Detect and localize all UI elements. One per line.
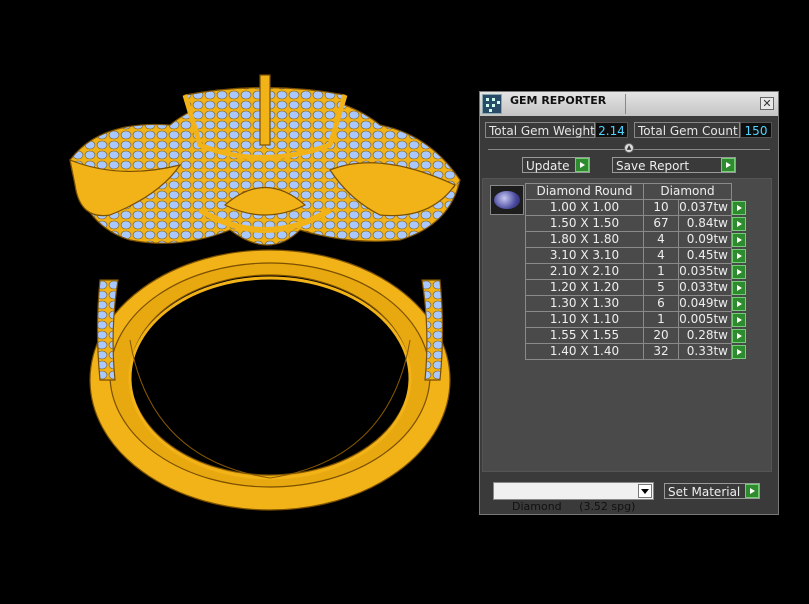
- gem-weight-cell: 0.84tw: [678, 215, 732, 232]
- gem-size-cell: 1.30 X 1.30: [525, 295, 644, 312]
- row-action[interactable]: [732, 328, 749, 344]
- total-gem-weight-label: Total Gem Weight: [485, 122, 595, 138]
- ring-model: [69, 74, 461, 511]
- gem-count-cell: 5: [643, 279, 679, 296]
- column-header-type: Diamond: [643, 183, 732, 200]
- table-row[interactable]: 1.40 X 1.40 32 0.33tw: [525, 343, 749, 360]
- gem-weight-cell: 0.28tw: [678, 327, 732, 344]
- gem-size-cell: 1.00 X 1.00: [525, 199, 644, 216]
- gem-size-cell: 3.10 X 3.10: [525, 247, 644, 264]
- play-arrow-icon[interactable]: [732, 312, 746, 327]
- row-action[interactable]: [732, 264, 749, 280]
- row-action[interactable]: [732, 232, 749, 248]
- play-arrow-icon[interactable]: [732, 296, 746, 311]
- play-arrow-icon[interactable]: [732, 344, 746, 359]
- play-arrow-icon[interactable]: [732, 328, 746, 343]
- panel-titlebar[interactable]: GEM REPORTER ✕: [480, 92, 778, 116]
- play-arrow-icon: [745, 484, 759, 498]
- play-arrow-icon[interactable]: [732, 264, 746, 279]
- update-button[interactable]: Update: [522, 157, 590, 173]
- table-row[interactable]: 1.80 X 1.80 4 0.09tw: [525, 231, 749, 248]
- table-row[interactable]: 1.55 X 1.55 20 0.28tw: [525, 327, 749, 344]
- gem-table: Diamond Round Diamond 1.00 X 1.00 10 0.037…: [525, 183, 749, 360]
- total-gem-count-label: Total Gem Count: [634, 122, 740, 138]
- gem-size-cell: 1.40 X 1.40: [525, 343, 644, 360]
- table-row[interactable]: 1.00 X 1.00 10 0.037tw: [525, 199, 749, 216]
- gem-weight-cell: 0.033tw: [678, 279, 732, 296]
- gem-size-cell: 1.20 X 1.20: [525, 279, 644, 296]
- gem-weight-cell: 0.33tw: [678, 343, 732, 360]
- total-gem-weight-value: 2.14: [595, 122, 628, 138]
- dropdown-arrow-icon[interactable]: [638, 484, 652, 498]
- play-arrow-icon[interactable]: [732, 280, 746, 295]
- gem-size-cell: 1.80 X 1.80: [525, 231, 644, 248]
- play-arrow-icon: [721, 158, 735, 172]
- diamond-round-icon[interactable]: [490, 185, 524, 215]
- play-arrow-icon[interactable]: [732, 216, 746, 231]
- gem-weight-cell: 0.035tw: [678, 263, 732, 280]
- row-action[interactable]: [732, 312, 749, 328]
- collapse-arrow-icon[interactable]: ▲: [624, 143, 634, 153]
- gem-size-cell: 1.55 X 1.55: [525, 327, 644, 344]
- gem-count-cell: 67: [643, 215, 679, 232]
- table-row[interactable]: 1.50 X 1.50 67 0.84tw: [525, 215, 749, 232]
- gem-count-cell: 4: [643, 247, 679, 264]
- panel-title: GEM REPORTER: [510, 94, 607, 107]
- set-material-button[interactable]: Set Material: [664, 483, 760, 499]
- column-header-size: Diamond Round: [525, 183, 644, 200]
- material-select-value: Diamond (3.52 spg): [512, 500, 636, 513]
- gem-size-cell: 1.50 X 1.50: [525, 215, 644, 232]
- table-row[interactable]: 1.30 X 1.30 6 0.049tw: [525, 295, 749, 312]
- gem-reporter-app-icon: [482, 94, 502, 114]
- save-report-button[interactable]: Save Report: [612, 157, 736, 173]
- table-row[interactable]: 1.20 X 1.20 5 0.033tw: [525, 279, 749, 296]
- gem-reporter-panel: GEM REPORTER ✕ Total Gem Weight 2.14 Tot…: [479, 91, 779, 515]
- total-gem-count-value: 150: [740, 122, 772, 138]
- gem-weight-cell: 0.049tw: [678, 295, 732, 312]
- set-material-label: Set Material: [668, 485, 741, 499]
- play-arrow-icon: [575, 158, 589, 172]
- gem-size-cell: 1.10 X 1.10: [525, 311, 644, 328]
- save-report-label: Save Report: [616, 159, 690, 173]
- play-arrow-icon[interactable]: [732, 200, 746, 215]
- play-arrow-icon[interactable]: [732, 232, 746, 247]
- row-action[interactable]: [732, 248, 749, 264]
- title-divider: [625, 94, 626, 114]
- row-action[interactable]: [732, 216, 749, 232]
- gem-size-cell: 2.10 X 2.10: [525, 263, 644, 280]
- update-label: Update: [526, 159, 570, 173]
- row-action[interactable]: [732, 200, 749, 216]
- table-row[interactable]: 1.10 X 1.10 1 0.005tw: [525, 311, 749, 328]
- gem-weight-cell: 0.037tw: [678, 199, 732, 216]
- gem-count-cell: 32: [643, 343, 679, 360]
- close-icon[interactable]: ✕: [760, 97, 774, 110]
- material-select[interactable]: Diamond (3.52 spg): [493, 482, 654, 513]
- gem-weight-cell: 0.09tw: [678, 231, 732, 248]
- row-action[interactable]: [732, 344, 749, 360]
- gem-count-cell: 20: [643, 327, 679, 344]
- gem-count-cell: 1: [643, 263, 679, 280]
- row-action[interactable]: [732, 280, 749, 296]
- gem-count-cell: 6: [643, 295, 679, 312]
- gem-count-cell: 4: [643, 231, 679, 248]
- play-arrow-icon[interactable]: [732, 248, 746, 263]
- gem-count-cell: 10: [643, 199, 679, 216]
- gem-weight-cell: 0.005tw: [678, 311, 732, 328]
- table-row[interactable]: 2.10 X 2.10 1 0.035tw: [525, 263, 749, 280]
- row-action[interactable]: [732, 296, 749, 312]
- table-row[interactable]: 3.10 X 3.10 4 0.45tw: [525, 247, 749, 264]
- gem-count-cell: 1: [643, 311, 679, 328]
- gem-weight-cell: 0.45tw: [678, 247, 732, 264]
